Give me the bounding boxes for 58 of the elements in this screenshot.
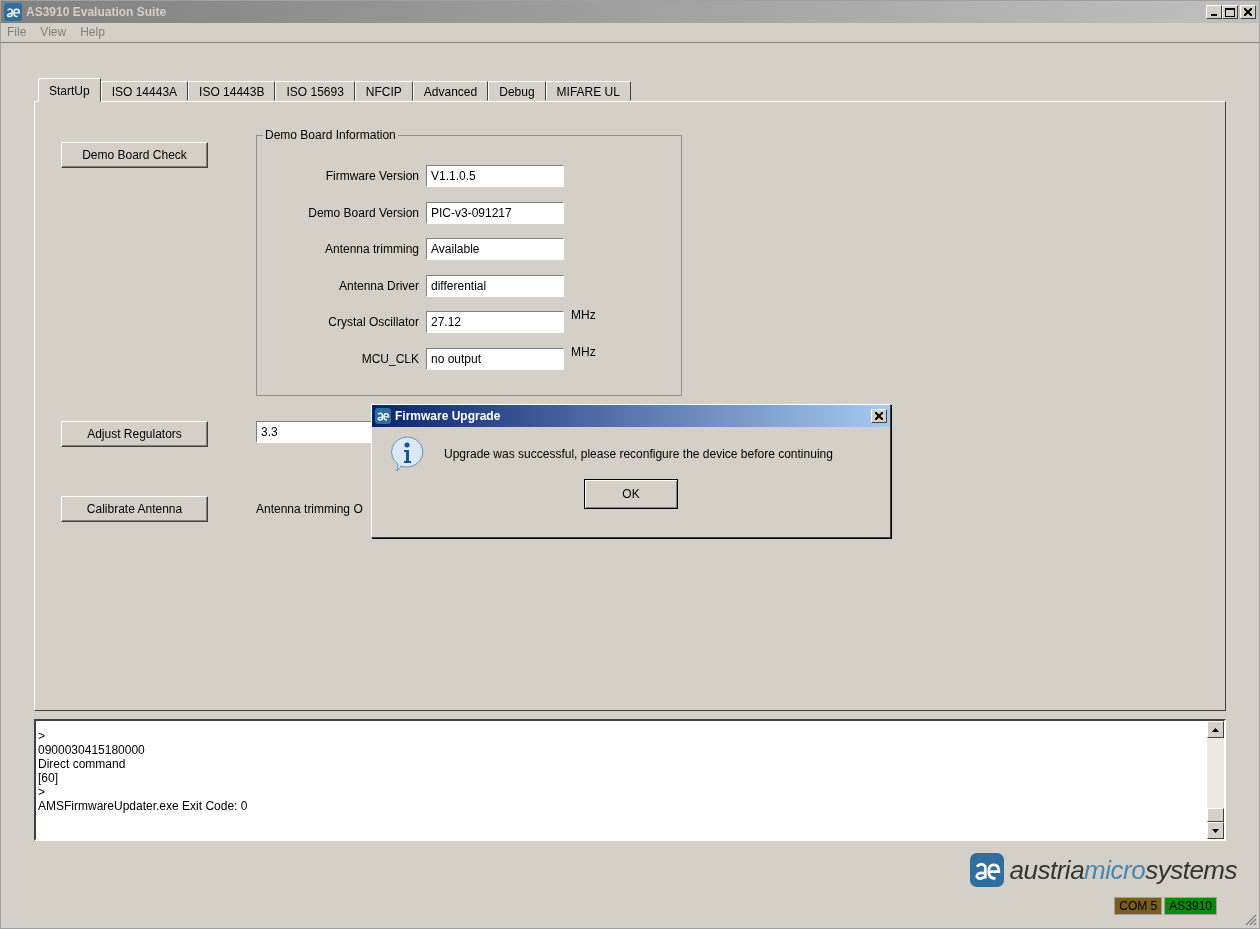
field-label: Antenna trimming — [323, 242, 419, 257]
log-line: [60] — [38, 771, 59, 785]
tab[interactable]: Debug — [488, 81, 546, 101]
tab[interactable]: ISO 15693 — [275, 81, 355, 101]
field-label: Firmware Version — [324, 169, 419, 184]
app-logo-icon — [4, 3, 22, 21]
tab[interactable]: ISO 14443A — [100, 81, 189, 101]
info-icon — [388, 435, 426, 473]
brand-logo-icon — [969, 853, 1004, 887]
unit-label: MHz — [571, 308, 597, 322]
down-arrow-icon — [1212, 828, 1219, 833]
calibration-status: Antenna trimming O — [256, 502, 363, 516]
tab[interactable]: ISO 14443B — [188, 81, 276, 101]
maximize-icon — [1225, 7, 1235, 17]
info-field[interactable]: differential — [426, 274, 564, 297]
window-title: AS3910 Evaluation Suite — [26, 5, 168, 19]
demo-board-check-button[interactable]: Demo Board Check — [61, 142, 208, 168]
log-line: 0900030415180000 — [38, 743, 146, 757]
log-line: Direct command — [38, 757, 127, 771]
scroll-up-button[interactable] — [1207, 721, 1224, 738]
close-icon — [875, 412, 883, 420]
maximize-button[interactable] — [1222, 5, 1238, 19]
log-line: AMSFirmwareUpdater.exe Exit Code: 0 — [38, 799, 249, 813]
scrollbar-thumb[interactable] — [1207, 808, 1224, 822]
field-label: Antenna Driver — [337, 278, 419, 293]
info-field[interactable]: PIC-v3-091217 — [426, 201, 564, 224]
tab[interactable]: Advanced — [412, 81, 489, 101]
adjust-regulators-button[interactable]: Adjust Regulators — [61, 421, 208, 447]
up-arrow-icon — [1212, 727, 1219, 732]
field-label: Demo Board Version — [307, 205, 419, 220]
info-field[interactable]: no output — [426, 347, 564, 370]
unit-label: MHz — [571, 344, 597, 359]
log-line: > — [38, 785, 46, 799]
brand-logo-text: austriamicrosystems — [1009, 854, 1237, 886]
group-title: Demo Board Information — [264, 128, 397, 142]
info-field[interactable]: Available — [426, 238, 564, 261]
tab[interactable]: StartUp — [38, 78, 101, 102]
field-label: MCU_CLK — [360, 351, 419, 366]
close-button[interactable] — [1240, 5, 1256, 19]
calibrate-antenna-button[interactable]: Calibrate Antenna — [61, 496, 208, 522]
field-label: Crystal Oscillator — [327, 315, 419, 330]
ok-button[interactable]: OK — [584, 479, 678, 509]
log-line: > — [38, 729, 46, 743]
window-title: Firmware Upgrade — [395, 409, 502, 423]
dialog-message: Upgrade was successful, please reconfigure the device before continuing — [444, 447, 833, 461]
close-icon — [1244, 8, 1252, 16]
resize-grip-icon[interactable] — [1245, 914, 1257, 926]
status-badge: AS3910 — [1164, 897, 1217, 915]
scroll-down-button[interactable] — [1207, 822, 1224, 839]
minimize-button[interactable] — [1206, 5, 1222, 19]
info-field[interactable]: V1.1.0.5 — [426, 165, 564, 188]
scrollbar[interactable] — [1207, 721, 1224, 839]
info-field[interactable]: 27.12 — [426, 311, 564, 334]
close-button[interactable] — [871, 409, 887, 423]
app-logo-icon — [375, 408, 391, 424]
tab[interactable]: NFCIP — [354, 81, 413, 101]
tab[interactable]: MIFARE UL — [545, 81, 631, 101]
status-badge: COM 5 — [1114, 897, 1163, 915]
